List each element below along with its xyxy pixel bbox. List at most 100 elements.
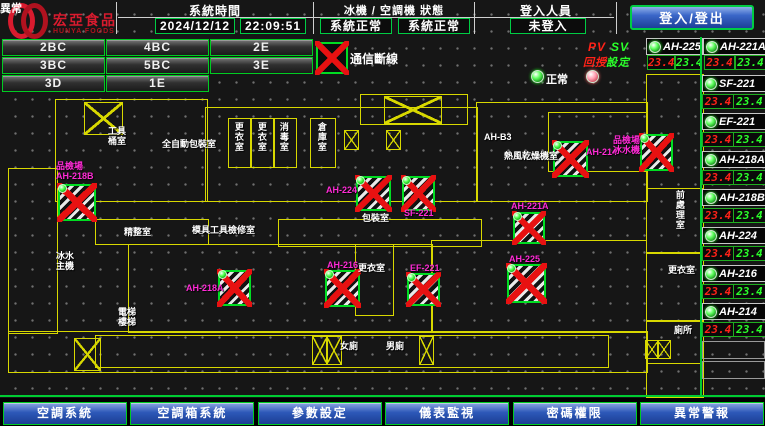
status-led-icon: [706, 41, 718, 53]
x-mark: [315, 41, 349, 75]
normal-legend-label: 正常: [546, 71, 568, 87]
nav-button-1[interactable]: 空調系統: [3, 402, 127, 425]
device-label: AH-218A: [186, 284, 224, 294]
abnormal-legend-label: 異常: [0, 0, 22, 16]
room-label: 模具工具檢修室: [192, 226, 255, 236]
unit-pv-value: 23.4: [702, 208, 734, 223]
device-comm-loss-icon[interactable]: [507, 264, 546, 303]
floor-button-3D[interactable]: 3D: [2, 75, 105, 92]
device-led-icon: [402, 176, 411, 185]
nav-button-5[interactable]: 密碼權限: [513, 402, 637, 425]
room-label: 女廁: [340, 342, 358, 352]
unit-pv-value: 23.4: [702, 94, 734, 109]
status-led-icon: [705, 78, 717, 90]
unit-label: AH-218A: [719, 154, 765, 166]
device-comm-loss-icon[interactable]: [407, 273, 440, 306]
unit-AH-216[interactable]: AH-216: [702, 265, 765, 282]
device-led-icon: [218, 270, 227, 279]
device-led-icon: [325, 270, 334, 279]
nav-button-3[interactable]: 參數設定: [258, 402, 382, 425]
device-label: AH-224: [326, 186, 357, 196]
pv-cn-header: 回授: [583, 54, 607, 70]
unit-AH-214[interactable]: AH-214: [702, 303, 765, 320]
status-led-icon: [649, 41, 661, 53]
room-label: 精整室: [124, 228, 151, 238]
device-comm-loss-icon[interactable]: [513, 212, 545, 244]
unit-pv-value: 23.4: [702, 246, 734, 261]
unit-pv-value: 23.4: [702, 322, 734, 337]
device-led-icon: [553, 141, 562, 150]
unit-label: AH-225: [663, 41, 701, 53]
floor-button-5BC[interactable]: 5BC: [106, 57, 209, 74]
room-label: 電梯 樓梯: [118, 308, 136, 328]
nav-button-2[interactable]: 空調箱系統: [130, 402, 254, 425]
unit-AH-218B[interactable]: AH-218B: [702, 189, 765, 206]
bottom-divider: [0, 395, 765, 397]
unit-EF-221[interactable]: EF-221: [702, 113, 765, 130]
device-comm-loss-icon[interactable]: [402, 176, 435, 211]
bottom-nav: 空調系統空調箱系統參數設定儀表監視密碼權限異常警報: [0, 398, 765, 426]
unit-pv-value: 23.4: [702, 284, 734, 299]
room-label: 男廁: [386, 342, 404, 352]
room-label: 更衣室: [256, 122, 266, 152]
unit-AH-224[interactable]: AH-224: [702, 227, 765, 244]
floor-button-3BC[interactable]: 3BC: [2, 57, 105, 74]
unit-label: AH-214: [719, 306, 757, 318]
status-led-icon: [705, 306, 717, 318]
stair-elevator-marker: [384, 96, 442, 124]
floor-button-3E[interactable]: 3E: [210, 57, 313, 74]
unit-sv-value: 23.4: [675, 55, 702, 70]
floor-button-2BC[interactable]: 2BC: [2, 39, 105, 56]
unit-sv-value: 23.4: [733, 132, 765, 147]
status-led-icon: [705, 192, 717, 204]
unit-AH-218A[interactable]: AH-218A: [702, 151, 765, 168]
unit-sv-value: 23.4: [735, 55, 765, 70]
stair-elevator-marker: [344, 130, 359, 150]
room-label: 倉庫室: [316, 122, 326, 152]
unit-label: SF-221: [719, 78, 755, 90]
unit-AH-221A[interactable]: AH-221A: [703, 38, 765, 55]
room-label: 冰水 主機: [56, 252, 74, 272]
sv-header: SV: [611, 40, 629, 54]
abnormal-led-icon: [586, 70, 599, 83]
status-led-icon: [705, 268, 717, 280]
floor-button-2E[interactable]: 2E: [210, 39, 313, 56]
room-label: 更衣室: [668, 266, 695, 276]
device-label: 品檢場 AH-218B: [56, 162, 94, 182]
device-label: EF-221: [410, 264, 440, 274]
unit-sv-value: 23.4: [733, 208, 765, 223]
stair-elevator-marker: [386, 130, 401, 150]
room-label: 前處理室: [674, 190, 684, 230]
unit-pv-value: 23.4: [702, 170, 734, 185]
nav-button-6[interactable]: 異常警報: [640, 402, 764, 425]
device-comm-loss-icon[interactable]: [325, 270, 360, 307]
device-led-icon: [58, 184, 67, 193]
room-label: 包裝室: [362, 214, 389, 224]
device-comm-loss-icon[interactable]: [356, 176, 391, 211]
unit-SF-221[interactable]: SF-221: [702, 75, 765, 92]
unit-sv-value: 23.4: [733, 322, 765, 337]
empty-unit-slot: [702, 361, 765, 379]
unit-label: AH-218B: [719, 192, 765, 204]
device-label: AH-221A: [511, 202, 549, 212]
stair-elevator-marker: [419, 336, 434, 365]
status-led-icon: [705, 230, 717, 242]
device-led-icon: [356, 176, 365, 185]
status-led-icon: [705, 116, 717, 128]
nav-button-4[interactable]: 儀表監視: [385, 402, 509, 425]
device-label: AH-216: [327, 261, 358, 271]
floor-button-1E[interactable]: 1E: [106, 75, 209, 92]
device-comm-loss-icon[interactable]: [553, 141, 588, 177]
room-label: 更衣室: [358, 264, 385, 274]
stair-elevator-marker: [74, 338, 101, 371]
floor-button-4BC[interactable]: 4BC: [106, 39, 209, 56]
unit-pv-value: 23.4: [647, 55, 675, 70]
unit-AH-225[interactable]: AH-225: [646, 38, 703, 55]
normal-led-icon: [531, 70, 544, 83]
unit-label: AH-224: [719, 230, 757, 242]
empty-unit-slot: [702, 341, 765, 359]
device-comm-loss-icon[interactable]: [58, 184, 96, 221]
device-comm-loss-icon[interactable]: [640, 134, 673, 171]
unit-pv-value: 23.4: [704, 55, 735, 70]
unit-sv-value: 23.4: [733, 170, 765, 185]
